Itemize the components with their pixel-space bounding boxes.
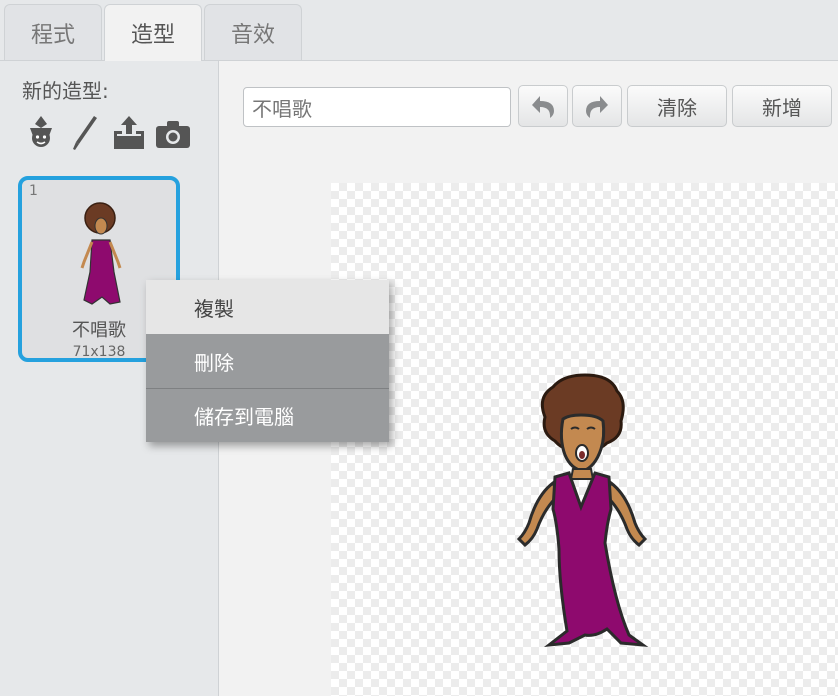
menu-item-delete[interactable]: 刪除 bbox=[146, 334, 389, 388]
drawing-canvas[interactable] bbox=[331, 183, 838, 696]
menu-item-duplicate-label: 複製 bbox=[194, 296, 234, 321]
tab-costumes[interactable]: 造型 bbox=[104, 4, 202, 61]
redo-button[interactable] bbox=[572, 85, 622, 127]
tab-scripts[interactable]: 程式 bbox=[4, 4, 102, 60]
menu-item-save-label: 儲存到電腦 bbox=[194, 405, 294, 429]
costume-preview-image bbox=[80, 202, 122, 305]
paint-brush-icon[interactable] bbox=[66, 111, 104, 155]
new-costume-label: 新的造型: bbox=[22, 79, 109, 103]
undo-button[interactable] bbox=[518, 85, 568, 127]
camera-icon[interactable] bbox=[154, 111, 192, 155]
add-button[interactable]: 新增 bbox=[732, 85, 832, 127]
menu-item-save-to-computer[interactable]: 儲存到電腦 bbox=[146, 388, 389, 442]
menu-item-delete-label: 刪除 bbox=[194, 350, 234, 375]
tab-sounds[interactable]: 音效 bbox=[204, 4, 302, 60]
costume-drawing bbox=[516, 373, 649, 648]
context-menu: 複製 刪除 儲存到電腦 bbox=[146, 280, 389, 442]
costume-number: 1 bbox=[29, 183, 38, 199]
costume-name-input[interactable] bbox=[243, 87, 511, 127]
undo-icon bbox=[532, 96, 554, 118]
tab-sounds-label: 音效 bbox=[230, 22, 275, 48]
new-costume-toolbar bbox=[22, 111, 192, 155]
redo-icon bbox=[586, 96, 608, 118]
sprite-library-icon[interactable] bbox=[22, 111, 60, 155]
tab-scripts-label: 程式 bbox=[30, 22, 75, 48]
tab-bar: 程式 造型 音效 bbox=[0, 0, 838, 61]
upload-icon[interactable] bbox=[110, 111, 148, 155]
clear-button[interactable]: 清除 bbox=[627, 85, 727, 127]
add-button-label: 新增 bbox=[762, 95, 802, 120]
menu-item-duplicate[interactable]: 複製 bbox=[146, 280, 389, 334]
tab-costumes-label: 造型 bbox=[130, 23, 175, 48]
clear-button-label: 清除 bbox=[657, 95, 697, 120]
